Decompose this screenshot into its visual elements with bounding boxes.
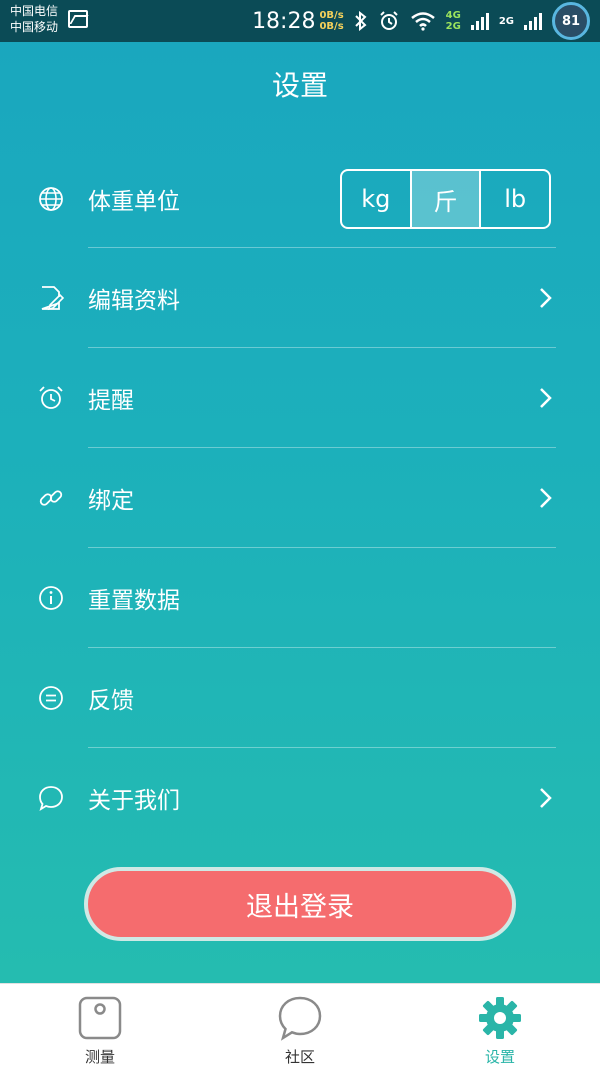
speed-down: 0B/s [319,21,344,32]
settings-item-bind[interactable]: 绑定 [0,448,600,548]
signal-bars-1 [470,12,489,30]
settings-item-label: 重置数据 [88,588,180,614]
net-c-label: 2G [498,15,514,27]
weight-unit-row: 体重单位 kg 斤 lb [0,150,600,248]
settings-item-label: 绑定 [88,488,134,514]
network-type-c: 2G [499,16,514,27]
unit-lb-option[interactable]: lb [481,171,549,227]
alarm-status-icon [379,11,398,30]
bottom-tab-bar: 测量 社区 设置 [0,983,600,1067]
logout-button[interactable]: 退出登录 [84,867,516,941]
settings-item-label: 反馈 [88,688,134,714]
settings-item-feedback[interactable]: 反馈 [0,648,600,748]
settings-item-reset-data[interactable]: 重置数据 [0,548,600,648]
chevron-right-icon [540,488,552,508]
settings-item-label: 提醒 [88,388,134,414]
weight-unit-segmented-control: kg 斤 lb [340,169,551,229]
weight-unit-label: 体重单位 [88,189,180,215]
network-speed: 0B/s 0B/s [319,10,343,32]
signal-bars-2 [524,12,542,30]
chevron-right-icon [540,288,552,308]
tab-label: 设置 [484,1048,515,1066]
settings-list: 体重单位 kg 斤 lb 编辑资料 提醒 绑定 重置数据 反馈 关于我们 [0,150,600,848]
settings-item-label: 关于我们 [88,788,180,814]
wifi-icon [410,12,435,31]
alarm-clock-icon [38,385,64,411]
net-b-label: 2G [445,21,461,32]
gallery-notification-icon [68,10,88,28]
chat-bubble-icon [278,996,322,1041]
tab-settings[interactable]: 设置 [400,984,600,1067]
chat-bubble-icon [38,785,64,811]
carrier-2: 中国移动 [10,20,59,34]
gear-icon [479,997,521,1039]
tab-measure[interactable]: 测量 [0,984,200,1067]
settings-item-reminder[interactable]: 提醒 [0,348,600,448]
clock: 18:28 [252,8,316,34]
settings-item-about-us[interactable]: 关于我们 [0,748,600,848]
scale-icon [78,996,122,1040]
chevron-right-icon [540,388,552,408]
tab-community[interactable]: 社区 [200,984,400,1067]
unit-kg-option[interactable]: kg [342,171,412,227]
status-right: 18:28 0B/s 0B/s 4G 2G 2G 81 [252,0,590,42]
speed-up: 0B/s [319,10,344,21]
net-a-label: 4G [445,10,461,21]
link-icon [38,485,64,511]
tab-label: 测量 [84,1048,115,1066]
network-type-a: 4G 2G [446,10,461,32]
settings-item-label: 编辑资料 [88,288,180,314]
info-icon [38,585,64,611]
battery-indicator: 81 [552,2,590,40]
chevron-right-icon [540,788,552,808]
carrier-1: 中国电信 [10,4,59,18]
feedback-icon [38,685,64,711]
bluetooth-icon [354,11,367,31]
globe-icon [38,186,64,212]
edit-profile-icon [38,285,64,311]
settings-item-edit-profile[interactable]: 编辑资料 [0,248,600,348]
carrier-names: 中国电信 中国移动 [10,3,58,35]
page-title: 设置 [271,69,328,102]
tab-label: 社区 [284,1048,315,1066]
unit-jin-option[interactable]: 斤 [411,171,482,227]
settings-screen: 中国电信 中国移动 18:28 0B/s 0B/s 4G 2G 2G 81 设置… [0,0,600,983]
status-bar: 中国电信 中国移动 18:28 0B/s 0B/s 4G 2G 2G 81 [0,0,600,42]
